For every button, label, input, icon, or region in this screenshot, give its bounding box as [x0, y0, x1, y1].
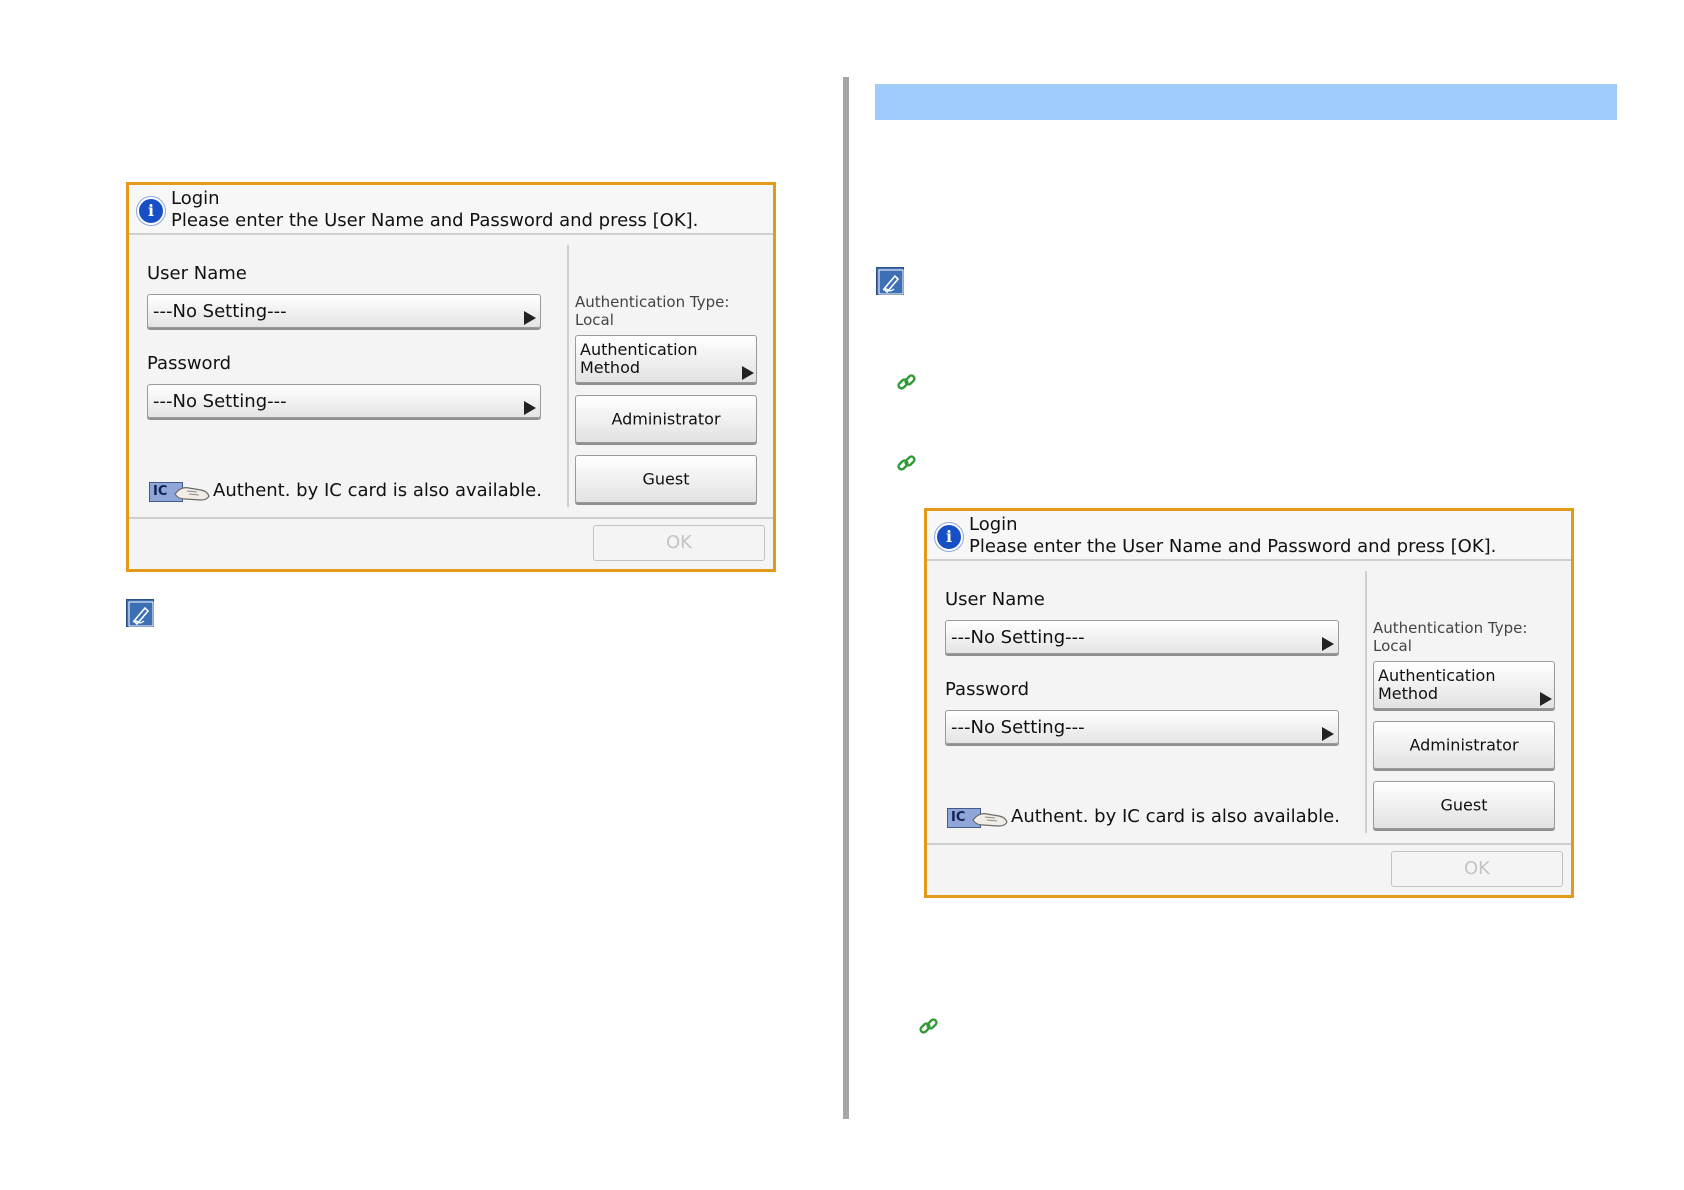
footer-divider	[129, 517, 773, 519]
user-name-value: ---No Setting---	[951, 627, 1085, 648]
arrow-right-icon	[1322, 727, 1334, 741]
auth-method-label-line2: Method	[580, 358, 641, 377]
user-name-label: User Name	[147, 263, 247, 284]
auth-type-label: Authentication Type:	[575, 293, 730, 311]
administrator-button[interactable]: Administrator	[1373, 721, 1555, 769]
guest-label: Guest	[1440, 795, 1488, 815]
authentication-method-button[interactable]: Authentication Method	[575, 335, 757, 383]
user-name-field[interactable]: ---No Setting---	[147, 294, 541, 328]
panel-message: Please enter the User Name and Password …	[969, 536, 1497, 557]
section-header-bar	[875, 84, 1617, 120]
arrow-right-icon	[524, 311, 536, 325]
vertical-divider	[567, 245, 569, 507]
password-value: ---No Setting---	[951, 717, 1085, 738]
user-name-field[interactable]: ---No Setting---	[945, 620, 1339, 654]
guest-label: Guest	[642, 469, 690, 489]
link-icon[interactable]	[896, 453, 918, 475]
vertical-divider	[1365, 571, 1367, 833]
link-icon[interactable]	[918, 1016, 940, 1038]
administrator-button[interactable]: Administrator	[575, 395, 757, 443]
authentication-type: Authentication Type: Local	[1373, 619, 1563, 655]
hand-icon	[174, 487, 210, 501]
auth-method-label-line1: Authentication	[1378, 666, 1496, 685]
authentication-type: Authentication Type: Local	[575, 293, 765, 329]
ic-card-text: Authent. by IC card is also available.	[1011, 806, 1340, 827]
auth-method-label-line1: Authentication	[580, 340, 698, 359]
arrow-right-icon	[1322, 637, 1334, 651]
user-name-value: ---No Setting---	[153, 301, 287, 322]
guest-button[interactable]: Guest	[1373, 781, 1555, 829]
auth-type-value: Local	[1373, 637, 1412, 655]
password-field[interactable]: ---No Setting---	[147, 384, 541, 418]
administrator-label: Administrator	[1409, 735, 1519, 755]
password-value: ---No Setting---	[153, 391, 287, 412]
auth-method-label-line2: Method	[1378, 684, 1439, 703]
password-field[interactable]: ---No Setting---	[945, 710, 1339, 744]
panel-header: i Login Please enter the User Name and P…	[927, 511, 1571, 561]
user-name-label: User Name	[945, 589, 1045, 610]
auth-type-value: Local	[575, 311, 614, 329]
password-label: Password	[147, 353, 232, 374]
arrow-right-icon	[524, 401, 536, 415]
memo-icon	[876, 267, 904, 295]
password-label: Password	[945, 679, 1030, 700]
ok-button[interactable]: OK	[1391, 851, 1563, 887]
administrator-label: Administrator	[611, 409, 721, 429]
hand-icon	[972, 813, 1008, 827]
guest-button[interactable]: Guest	[575, 455, 757, 503]
ok-button[interactable]: OK	[593, 525, 765, 561]
footer-divider	[927, 843, 1571, 845]
auth-type-label: Authentication Type:	[1373, 619, 1528, 637]
panel-title: Login	[171, 188, 220, 209]
info-icon: i	[137, 197, 165, 225]
ic-card-text: Authent. by IC card is also available.	[213, 480, 542, 501]
arrow-right-icon	[742, 366, 754, 380]
panel-header: i Login Please enter the User Name and P…	[129, 185, 773, 235]
arrow-right-icon	[1540, 692, 1552, 706]
authentication-method-button[interactable]: Authentication Method	[1373, 661, 1555, 709]
panel-title: Login	[969, 514, 1018, 535]
info-icon: i	[935, 523, 963, 551]
login-screen-panel: i Login Please enter the User Name and P…	[126, 182, 776, 572]
link-icon[interactable]	[896, 372, 918, 394]
column-divider	[843, 77, 849, 1119]
memo-icon	[126, 599, 154, 627]
login-screen-panel: i Login Please enter the User Name and P…	[924, 508, 1574, 898]
panel-message: Please enter the User Name and Password …	[171, 210, 699, 231]
